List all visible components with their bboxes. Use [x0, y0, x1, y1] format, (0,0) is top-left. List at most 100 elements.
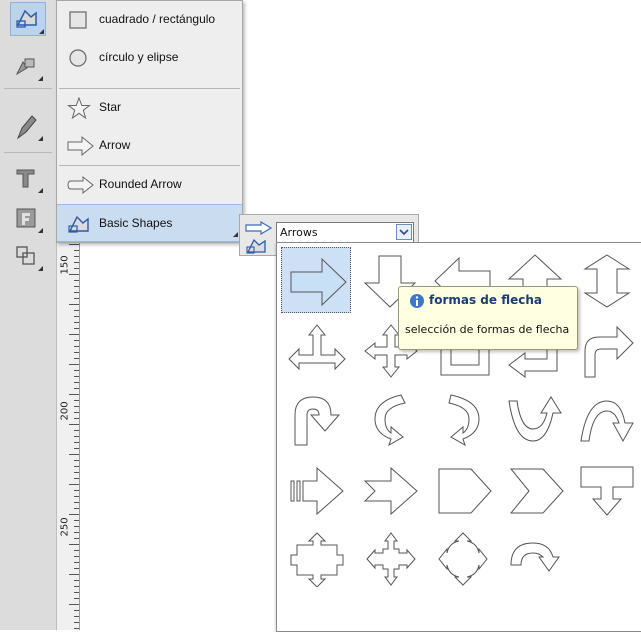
menu-item-label: Rounded Arrow: [99, 177, 182, 191]
ruler-tick: [74, 502, 79, 503]
ruler-tick: [69, 394, 79, 395]
combine-shapes-icon: [16, 246, 35, 265]
ruler-tick: [74, 382, 79, 383]
frame-tool-button[interactable]: [10, 202, 44, 234]
ruler-tick: [74, 376, 79, 377]
ruler-tick: [74, 352, 79, 353]
shape-cross-arrow-callout[interactable]: [281, 525, 351, 591]
ruler-tick: [74, 262, 79, 263]
ruler-tick: [74, 406, 79, 407]
menu-item-basic-shapes[interactable]: Basic Shapes: [57, 204, 242, 242]
ruler-tick: [69, 274, 79, 275]
shape-pentagon[interactable]: [427, 457, 497, 523]
ruler-tick: [74, 268, 79, 269]
ruler-tick: [74, 340, 79, 341]
circular-arrow-shape-icon: [374, 394, 406, 447]
three-way-arrow-shape-icon: [288, 324, 346, 371]
dropdown-button[interactable]: [396, 224, 412, 240]
menu-item-ellipse[interactable]: círculo y elipse: [57, 39, 242, 77]
ruler-tick: [69, 544, 79, 545]
ruler-tick: [74, 610, 79, 611]
arrow-icon: [67, 135, 94, 157]
shape-notched-arrow[interactable]: [355, 457, 425, 523]
ruler-tick: [74, 388, 79, 389]
shape-circular-arrow[interactable]: [355, 385, 425, 451]
menu-item-arrow[interactable]: Arrow: [57, 127, 242, 165]
striped-arrow-shape-icon: [290, 466, 344, 516]
chevron-down-icon: [399, 229, 409, 236]
ruler-tick: [69, 604, 79, 605]
shape-tooltip: formas de flecha selección de formas de …: [398, 286, 578, 350]
chevron-shape-icon: [509, 468, 564, 514]
menu-item-rounded-arrow[interactable]: Rounded Arrow: [57, 166, 242, 204]
submenu-corner-icon: [38, 188, 43, 193]
ruler-tick: [74, 466, 79, 467]
ruler-tick: [74, 256, 79, 257]
menu-item-rectangle[interactable]: cuadrado / rectángulo: [57, 1, 242, 39]
shape-right-arrow[interactable]: [281, 247, 351, 313]
ruler-tick: [74, 526, 79, 527]
ruler-label-200: 200: [59, 401, 71, 421]
text-tool-button[interactable]: [10, 162, 44, 194]
menu-item-label: cuadrado / rectángulo: [99, 12, 216, 26]
circle-icon: [69, 49, 87, 67]
shape-type-menu: cuadrado / rectángulo círculo y elipse S…: [56, 0, 243, 243]
quad-arrow-shape-icon: [366, 532, 416, 586]
ruler-tick: [74, 442, 79, 443]
ruler-tick: [69, 574, 79, 575]
shape-striped-arrow[interactable]: [281, 457, 351, 523]
tooltip-title: formas de flecha: [429, 293, 542, 307]
callout-down-arrow-shape-icon: [580, 466, 634, 516]
quad-arrow-rounded-shape-icon: [438, 532, 488, 586]
ruler-tick: [74, 460, 79, 461]
cross-arrow-callout-shape-icon: [290, 532, 344, 587]
shape-bent-arrow[interactable]: [571, 317, 641, 383]
shape-three-way-arrow[interactable]: [281, 317, 351, 383]
shape-u-turn-arrow[interactable]: [281, 385, 351, 451]
shape-circular-arrow-2[interactable]: [499, 525, 569, 591]
text-icon: [16, 169, 35, 188]
shapes-tool-icon: [16, 9, 37, 28]
submenu-corner-icon: [233, 232, 238, 237]
arrows-category-icon[interactable]: [245, 221, 273, 235]
shape-edit-tool-button[interactable]: [10, 50, 44, 82]
shape-up-down-arrow[interactable]: [571, 247, 641, 313]
shape-curved-up-arrow[interactable]: [499, 385, 569, 451]
shape-quad-arrow[interactable]: [355, 525, 425, 591]
ruler-tick: [74, 586, 79, 587]
ruler-tick: [74, 472, 79, 473]
shapes-tool-button[interactable]: [10, 2, 46, 36]
submenu-corner-icon: [39, 29, 44, 34]
ruler-tick: [69, 514, 79, 515]
dropdown-value: Arrows: [280, 226, 318, 239]
shape-curved-arrow[interactable]: [427, 385, 497, 451]
ruler-tick: [69, 364, 79, 365]
shape-chevron[interactable]: [499, 457, 569, 523]
combine-tool-button[interactable]: [10, 240, 44, 272]
ruler-tick: [74, 550, 79, 551]
ruler-tick: [69, 424, 79, 425]
shape-category-dropdown[interactable]: Arrows: [276, 222, 414, 244]
shape-quad-arrow-rounded[interactable]: [427, 525, 497, 591]
ruler-tick: [74, 292, 79, 293]
shape-callout-down-arrow[interactable]: [571, 457, 641, 523]
menu-item-star[interactable]: Star: [57, 89, 242, 127]
star-icon: [67, 97, 91, 119]
shape-curved-down-arrow[interactable]: [571, 385, 641, 451]
u-turn-arrow-shape-icon: [294, 396, 341, 446]
ruler-tick: [74, 328, 79, 329]
ruler-tick: [74, 448, 79, 449]
ruler-tick: [74, 532, 79, 533]
ruler-tick: [74, 592, 79, 593]
ruler-tick: [74, 430, 79, 431]
ruler-tick: [69, 304, 79, 305]
ruler-tick: [74, 310, 79, 311]
ruler-tick: [74, 400, 79, 401]
ruler-tick: [74, 412, 79, 413]
ruler-tick: [74, 418, 79, 419]
menu-item-label: Star: [99, 100, 122, 114]
pen-tool-button[interactable]: [10, 110, 44, 142]
basic-shapes-category-icon[interactable]: [246, 237, 268, 255]
ruler-tick: [74, 628, 79, 629]
ruler-tick: [74, 346, 79, 347]
